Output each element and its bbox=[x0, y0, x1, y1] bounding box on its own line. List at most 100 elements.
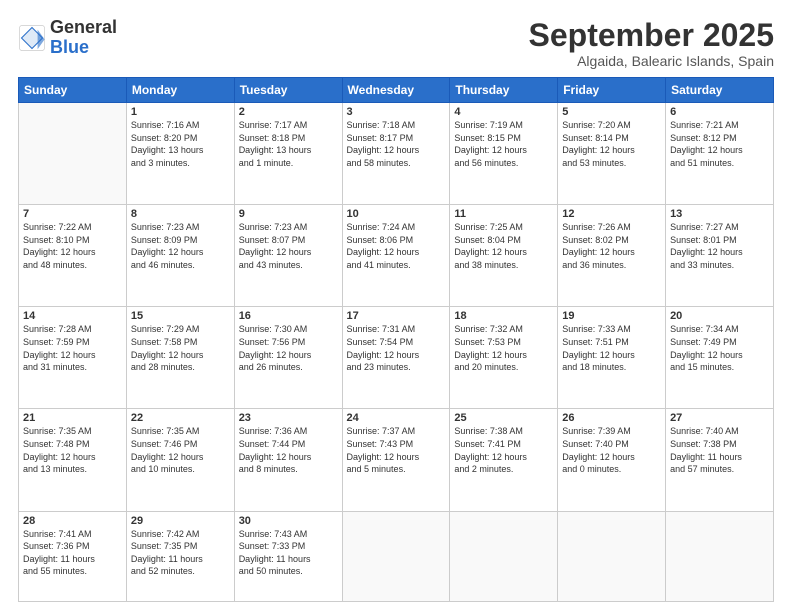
day-number: 25 bbox=[454, 412, 553, 424]
day-info: Sunrise: 7:35 AM Sunset: 7:46 PM Dayligh… bbox=[131, 425, 230, 475]
calendar-cell: 16Sunrise: 7:30 AM Sunset: 7:56 PM Dayli… bbox=[234, 307, 342, 409]
day-info: Sunrise: 7:35 AM Sunset: 7:48 PM Dayligh… bbox=[23, 425, 122, 475]
day-info: Sunrise: 7:26 AM Sunset: 8:02 PM Dayligh… bbox=[562, 221, 661, 271]
calendar-cell: 22Sunrise: 7:35 AM Sunset: 7:46 PM Dayli… bbox=[126, 409, 234, 511]
day-number: 6 bbox=[670, 106, 769, 118]
day-number: 1 bbox=[131, 106, 230, 118]
calendar-header-row: SundayMondayTuesdayWednesdayThursdayFrid… bbox=[19, 78, 774, 103]
calendar-cell: 11Sunrise: 7:25 AM Sunset: 8:04 PM Dayli… bbox=[450, 205, 558, 307]
day-info: Sunrise: 7:19 AM Sunset: 8:15 PM Dayligh… bbox=[454, 119, 553, 169]
calendar-weekday: Sunday bbox=[19, 78, 127, 103]
calendar-cell bbox=[450, 511, 558, 602]
day-info: Sunrise: 7:39 AM Sunset: 7:40 PM Dayligh… bbox=[562, 425, 661, 475]
day-number: 4 bbox=[454, 106, 553, 118]
calendar-cell: 3Sunrise: 7:18 AM Sunset: 8:17 PM Daylig… bbox=[342, 103, 450, 205]
day-number: 15 bbox=[131, 310, 230, 322]
calendar-week-row: 1Sunrise: 7:16 AM Sunset: 8:20 PM Daylig… bbox=[19, 103, 774, 205]
calendar-cell: 23Sunrise: 7:36 AM Sunset: 7:44 PM Dayli… bbox=[234, 409, 342, 511]
calendar-cell bbox=[19, 103, 127, 205]
calendar-weekday: Saturday bbox=[666, 78, 774, 103]
day-info: Sunrise: 7:34 AM Sunset: 7:49 PM Dayligh… bbox=[670, 323, 769, 373]
calendar-week-row: 21Sunrise: 7:35 AM Sunset: 7:48 PM Dayli… bbox=[19, 409, 774, 511]
day-number: 5 bbox=[562, 106, 661, 118]
calendar-cell: 6Sunrise: 7:21 AM Sunset: 8:12 PM Daylig… bbox=[666, 103, 774, 205]
calendar-cell: 17Sunrise: 7:31 AM Sunset: 7:54 PM Dayli… bbox=[342, 307, 450, 409]
month-title: September 2025 bbox=[529, 18, 774, 53]
location: Algaida, Balearic Islands, Spain bbox=[529, 53, 774, 69]
day-number: 19 bbox=[562, 310, 661, 322]
calendar-cell: 14Sunrise: 7:28 AM Sunset: 7:59 PM Dayli… bbox=[19, 307, 127, 409]
calendar-cell: 12Sunrise: 7:26 AM Sunset: 8:02 PM Dayli… bbox=[558, 205, 666, 307]
day-info: Sunrise: 7:21 AM Sunset: 8:12 PM Dayligh… bbox=[670, 119, 769, 169]
day-info: Sunrise: 7:33 AM Sunset: 7:51 PM Dayligh… bbox=[562, 323, 661, 373]
day-info: Sunrise: 7:20 AM Sunset: 8:14 PM Dayligh… bbox=[562, 119, 661, 169]
day-info: Sunrise: 7:18 AM Sunset: 8:17 PM Dayligh… bbox=[347, 119, 446, 169]
calendar-cell: 10Sunrise: 7:24 AM Sunset: 8:06 PM Dayli… bbox=[342, 205, 450, 307]
calendar-weekday: Tuesday bbox=[234, 78, 342, 103]
day-number: 18 bbox=[454, 310, 553, 322]
header: General Blue September 2025 Algaida, Bal… bbox=[18, 18, 774, 69]
day-info: Sunrise: 7:38 AM Sunset: 7:41 PM Dayligh… bbox=[454, 425, 553, 475]
calendar-cell: 19Sunrise: 7:33 AM Sunset: 7:51 PM Dayli… bbox=[558, 307, 666, 409]
day-info: Sunrise: 7:17 AM Sunset: 8:18 PM Dayligh… bbox=[239, 119, 338, 169]
day-info: Sunrise: 7:30 AM Sunset: 7:56 PM Dayligh… bbox=[239, 323, 338, 373]
day-info: Sunrise: 7:28 AM Sunset: 7:59 PM Dayligh… bbox=[23, 323, 122, 373]
day-number: 27 bbox=[670, 412, 769, 424]
calendar-cell: 21Sunrise: 7:35 AM Sunset: 7:48 PM Dayli… bbox=[19, 409, 127, 511]
day-info: Sunrise: 7:32 AM Sunset: 7:53 PM Dayligh… bbox=[454, 323, 553, 373]
day-number: 2 bbox=[239, 106, 338, 118]
day-number: 3 bbox=[347, 106, 446, 118]
logo: General Blue bbox=[18, 18, 117, 58]
calendar-cell: 9Sunrise: 7:23 AM Sunset: 8:07 PM Daylig… bbox=[234, 205, 342, 307]
day-number: 11 bbox=[454, 208, 553, 220]
day-number: 13 bbox=[670, 208, 769, 220]
day-number: 21 bbox=[23, 412, 122, 424]
day-number: 29 bbox=[131, 515, 230, 527]
calendar-cell: 27Sunrise: 7:40 AM Sunset: 7:38 PM Dayli… bbox=[666, 409, 774, 511]
day-number: 30 bbox=[239, 515, 338, 527]
calendar-weekday: Wednesday bbox=[342, 78, 450, 103]
calendar-cell: 4Sunrise: 7:19 AM Sunset: 8:15 PM Daylig… bbox=[450, 103, 558, 205]
day-info: Sunrise: 7:36 AM Sunset: 7:44 PM Dayligh… bbox=[239, 425, 338, 475]
day-info: Sunrise: 7:22 AM Sunset: 8:10 PM Dayligh… bbox=[23, 221, 122, 271]
calendar-cell: 26Sunrise: 7:39 AM Sunset: 7:40 PM Dayli… bbox=[558, 409, 666, 511]
day-number: 14 bbox=[23, 310, 122, 322]
logo-blue: Blue bbox=[50, 38, 117, 58]
title-block: September 2025 Algaida, Balearic Islands… bbox=[529, 18, 774, 69]
day-number: 22 bbox=[131, 412, 230, 424]
day-number: 16 bbox=[239, 310, 338, 322]
calendar-cell: 29Sunrise: 7:42 AM Sunset: 7:35 PM Dayli… bbox=[126, 511, 234, 602]
day-number: 12 bbox=[562, 208, 661, 220]
logo-icon bbox=[18, 24, 46, 52]
day-info: Sunrise: 7:37 AM Sunset: 7:43 PM Dayligh… bbox=[347, 425, 446, 475]
day-info: Sunrise: 7:43 AM Sunset: 7:33 PM Dayligh… bbox=[239, 528, 338, 578]
calendar-cell: 15Sunrise: 7:29 AM Sunset: 7:58 PM Dayli… bbox=[126, 307, 234, 409]
calendar-weekday: Monday bbox=[126, 78, 234, 103]
day-info: Sunrise: 7:24 AM Sunset: 8:06 PM Dayligh… bbox=[347, 221, 446, 271]
calendar-cell: 8Sunrise: 7:23 AM Sunset: 8:09 PM Daylig… bbox=[126, 205, 234, 307]
calendar-cell: 28Sunrise: 7:41 AM Sunset: 7:36 PM Dayli… bbox=[19, 511, 127, 602]
day-number: 23 bbox=[239, 412, 338, 424]
calendar-week-row: 14Sunrise: 7:28 AM Sunset: 7:59 PM Dayli… bbox=[19, 307, 774, 409]
calendar-cell bbox=[558, 511, 666, 602]
calendar-cell: 13Sunrise: 7:27 AM Sunset: 8:01 PM Dayli… bbox=[666, 205, 774, 307]
calendar-weekday: Friday bbox=[558, 78, 666, 103]
calendar-table: SundayMondayTuesdayWednesdayThursdayFrid… bbox=[18, 77, 774, 602]
calendar-week-row: 7Sunrise: 7:22 AM Sunset: 8:10 PM Daylig… bbox=[19, 205, 774, 307]
day-number: 28 bbox=[23, 515, 122, 527]
day-info: Sunrise: 7:23 AM Sunset: 8:07 PM Dayligh… bbox=[239, 221, 338, 271]
day-number: 8 bbox=[131, 208, 230, 220]
day-info: Sunrise: 7:29 AM Sunset: 7:58 PM Dayligh… bbox=[131, 323, 230, 373]
logo-general: General bbox=[50, 18, 117, 38]
day-info: Sunrise: 7:42 AM Sunset: 7:35 PM Dayligh… bbox=[131, 528, 230, 578]
day-info: Sunrise: 7:41 AM Sunset: 7:36 PM Dayligh… bbox=[23, 528, 122, 578]
day-info: Sunrise: 7:31 AM Sunset: 7:54 PM Dayligh… bbox=[347, 323, 446, 373]
calendar-cell: 1Sunrise: 7:16 AM Sunset: 8:20 PM Daylig… bbox=[126, 103, 234, 205]
calendar-cell bbox=[342, 511, 450, 602]
day-number: 24 bbox=[347, 412, 446, 424]
day-number: 26 bbox=[562, 412, 661, 424]
logo-text: General Blue bbox=[50, 18, 117, 58]
calendar-cell: 7Sunrise: 7:22 AM Sunset: 8:10 PM Daylig… bbox=[19, 205, 127, 307]
day-number: 7 bbox=[23, 208, 122, 220]
day-info: Sunrise: 7:25 AM Sunset: 8:04 PM Dayligh… bbox=[454, 221, 553, 271]
